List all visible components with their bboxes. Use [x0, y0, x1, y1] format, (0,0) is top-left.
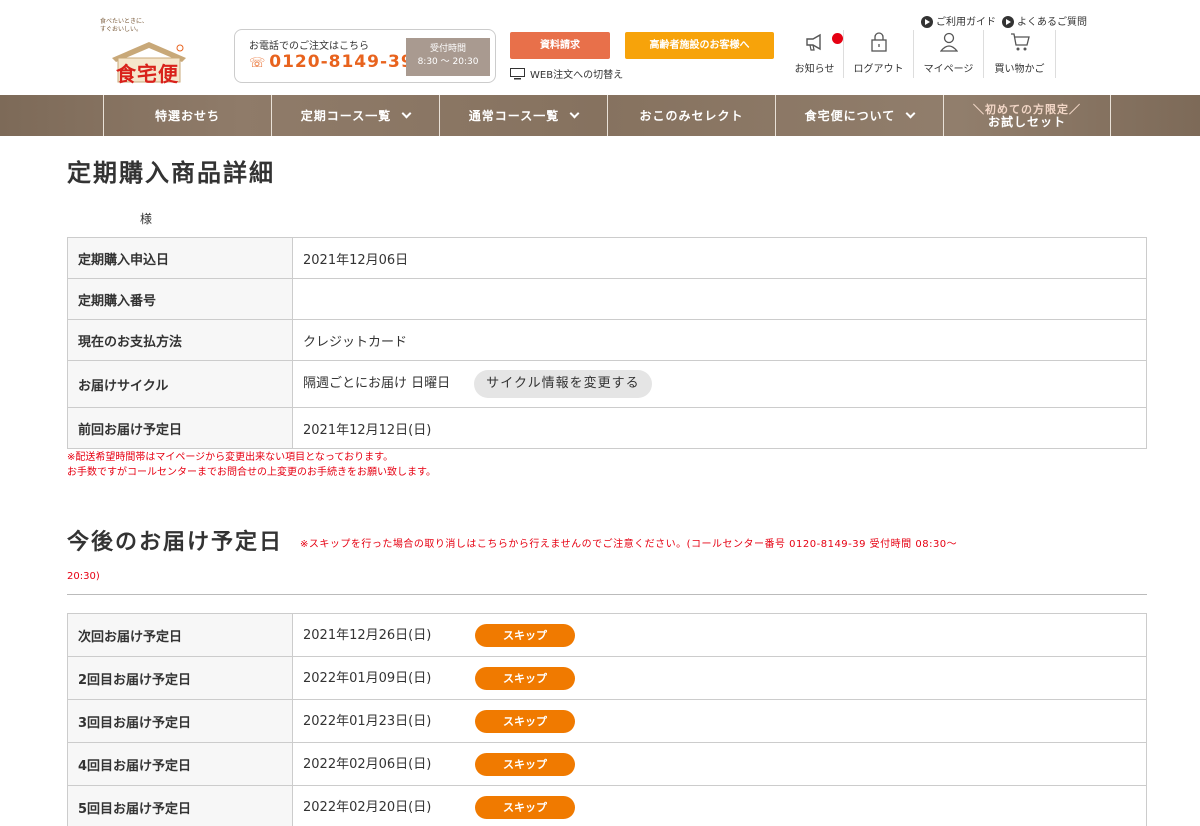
- site-header: 食べたいときに、すぐおいしい。 食宅便 お電話でのご注文はこちら ☏ 0120-8…: [0, 0, 1200, 95]
- request-materials-button[interactable]: 資料請求: [510, 32, 610, 59]
- nav-osechi[interactable]: 特選おせち: [103, 95, 271, 136]
- skip-button[interactable]: スキップ: [475, 795, 575, 819]
- delivery-date: 2022年02月06日(日): [303, 756, 432, 772]
- trial-label-bottom: お試しセット: [987, 114, 1066, 129]
- row-value: 2021年12月12日(日): [292, 407, 1147, 449]
- row-value: 隔週ごとにお届け 日曜日 サイクル情報を変更する: [292, 360, 1147, 408]
- row-value: 2021年12月06日: [292, 237, 1147, 279]
- change-cycle-button[interactable]: サイクル情報を変更する: [474, 370, 652, 398]
- skip-caution-note-cont: 20:30): [67, 571, 100, 582]
- nav-trial-set[interactable]: ＼初めての方限定／ お試しセット: [943, 95, 1111, 136]
- user-icon: [939, 32, 958, 52]
- row-label: 次回お届け予定日: [67, 613, 293, 657]
- phone-number[interactable]: ☏ 0120-8149-39: [249, 52, 414, 72]
- hours-value: 8:30 ～ 20:30: [417, 57, 479, 67]
- table-row: 5回目お届け予定日 2022年02月20日(日) スキップ: [67, 785, 1147, 826]
- news-button[interactable]: お知らせ: [786, 30, 844, 78]
- chevron-down-icon: [569, 108, 580, 119]
- chevron-down-icon: [905, 108, 916, 119]
- skip-button[interactable]: スキップ: [475, 623, 575, 647]
- table-row: 定期購入申込日 2021年12月06日: [67, 237, 1147, 279]
- row-label: 3回目お届け予定日: [67, 699, 293, 743]
- customer-honorific: 様: [140, 212, 153, 226]
- hours-label: 受付時間: [429, 44, 466, 54]
- skip-button[interactable]: スキップ: [475, 666, 575, 690]
- row-label: 4回目お届け予定日: [67, 742, 293, 786]
- row-label: 定期購入申込日: [67, 237, 293, 279]
- chevron-down-icon: [401, 108, 412, 119]
- top-links: ご利用ガイド よくあるご質問: [921, 13, 1087, 28]
- lock-icon: [870, 32, 887, 52]
- row-label: お届けサイクル: [67, 360, 293, 408]
- nav-normal-courses[interactable]: 通常コース一覧: [439, 95, 607, 136]
- row-label: 5回目お届け予定日: [67, 785, 293, 826]
- arrow-circle-icon: [1002, 16, 1014, 28]
- table-row: 現在のお支払方法 クレジットカード: [67, 319, 1147, 361]
- megaphone-icon: [805, 33, 821, 51]
- phone-icon: ☏: [249, 56, 267, 71]
- cart-button[interactable]: 買い物かご: [984, 30, 1056, 78]
- table-row: 定期購入番号: [67, 278, 1147, 320]
- phone-order-box: お電話でのご注文はこちら ☏ 0120-8149-39 受付時間 8:30 ～ 2…: [234, 29, 496, 83]
- delivery-date: 2022年02月20日(日): [303, 799, 432, 815]
- row-label: 定期購入番号: [67, 278, 293, 320]
- row-value: [292, 278, 1147, 320]
- mypage-button[interactable]: マイページ: [914, 30, 984, 78]
- table-row: 2回目お届け予定日 2022年01月09日(日) スキップ: [67, 656, 1147, 700]
- row-value: クレジットカード: [292, 319, 1147, 361]
- senior-facility-button[interactable]: 高齢者施設のお客様へ: [625, 32, 774, 59]
- logo-tagline: 食べたいときに、すぐおいしい。: [100, 18, 148, 33]
- arrow-circle-icon: [921, 16, 933, 28]
- row-label: 2回目お届け予定日: [67, 656, 293, 700]
- phone-label: お電話でのご注文はこちら: [249, 41, 369, 52]
- table-row: 前回お届け予定日 2021年12月12日(日): [67, 407, 1147, 449]
- skip-button[interactable]: スキップ: [475, 709, 575, 733]
- web-order-switch-link[interactable]: WEB注文への切替え: [510, 66, 623, 81]
- delivery-schedule-table: 次回お届け予定日 2021年12月26日(日) スキップ 2回目お届け予定日 20…: [67, 613, 1147, 826]
- row-label: 現在のお支払方法: [67, 319, 293, 361]
- skip-button[interactable]: スキップ: [475, 752, 575, 776]
- table-row: 4回目お届け予定日 2022年02月06日(日) スキップ: [67, 742, 1147, 786]
- delivery-date: 2022年01月09日(日): [303, 670, 432, 686]
- subscription-info-table: 定期購入申込日 2021年12月06日 定期購入番号 現在のお支払方法 クレジッ…: [67, 237, 1147, 449]
- row-label: 前回お届け予定日: [67, 407, 293, 449]
- section-divider: [67, 594, 1147, 595]
- trial-label-top: ＼初めての方限定／: [973, 102, 1081, 116]
- site-logo[interactable]: 食べたいときに、すぐおいしい。 食宅便: [100, 18, 200, 88]
- guide-link[interactable]: ご利用ガイド: [921, 13, 996, 28]
- delivery-time-notice: ※配送希望時間帯はマイページから変更出来ない項目となっております。 お手数ですが…: [67, 452, 436, 478]
- delivery-date: 2021年12月26日(日): [303, 627, 432, 643]
- page-title: 定期購入商品詳細: [67, 159, 275, 187]
- cart-icon: [1010, 33, 1030, 51]
- faq-link[interactable]: よくあるご質問: [1002, 13, 1087, 28]
- table-row: 次回お届け予定日 2021年12月26日(日) スキップ: [67, 613, 1147, 657]
- logout-button[interactable]: ログアウト: [844, 30, 914, 78]
- table-row: お届けサイクル 隔週ごとにお届け 日曜日 サイクル情報を変更する: [67, 360, 1147, 408]
- delivery-date: 2022年01月23日(日): [303, 713, 432, 729]
- main-nav: 特選おせち 定期コース一覧 通常コース一覧 おこのみセレクト 食宅便について ＼…: [0, 95, 1200, 136]
- business-hours: 受付時間 8:30 ～ 20:30: [406, 38, 490, 76]
- nav-about[interactable]: 食宅便について: [775, 95, 943, 136]
- nav-regular-courses[interactable]: 定期コース一覧: [271, 95, 439, 136]
- monitor-icon: [510, 67, 525, 79]
- nav-okonomi-select[interactable]: おこのみセレクト: [607, 95, 775, 136]
- schedule-section-title: 今後のお届け予定日: [67, 530, 284, 555]
- delivery-cycle-value: 隔週ごとにお届け 日曜日: [303, 376, 451, 391]
- header-icon-menu: お知らせ ログアウト マイページ 買い物かご: [786, 30, 1056, 78]
- logo-brand: 食宅便: [116, 62, 179, 86]
- notification-badge: [832, 33, 843, 44]
- skip-caution-note: ※スキップを行った場合の取り消しはこちらから行えませんのでご注意ください。(コー…: [300, 539, 958, 550]
- table-row: 3回目お届け予定日 2022年01月23日(日) スキップ: [67, 699, 1147, 743]
